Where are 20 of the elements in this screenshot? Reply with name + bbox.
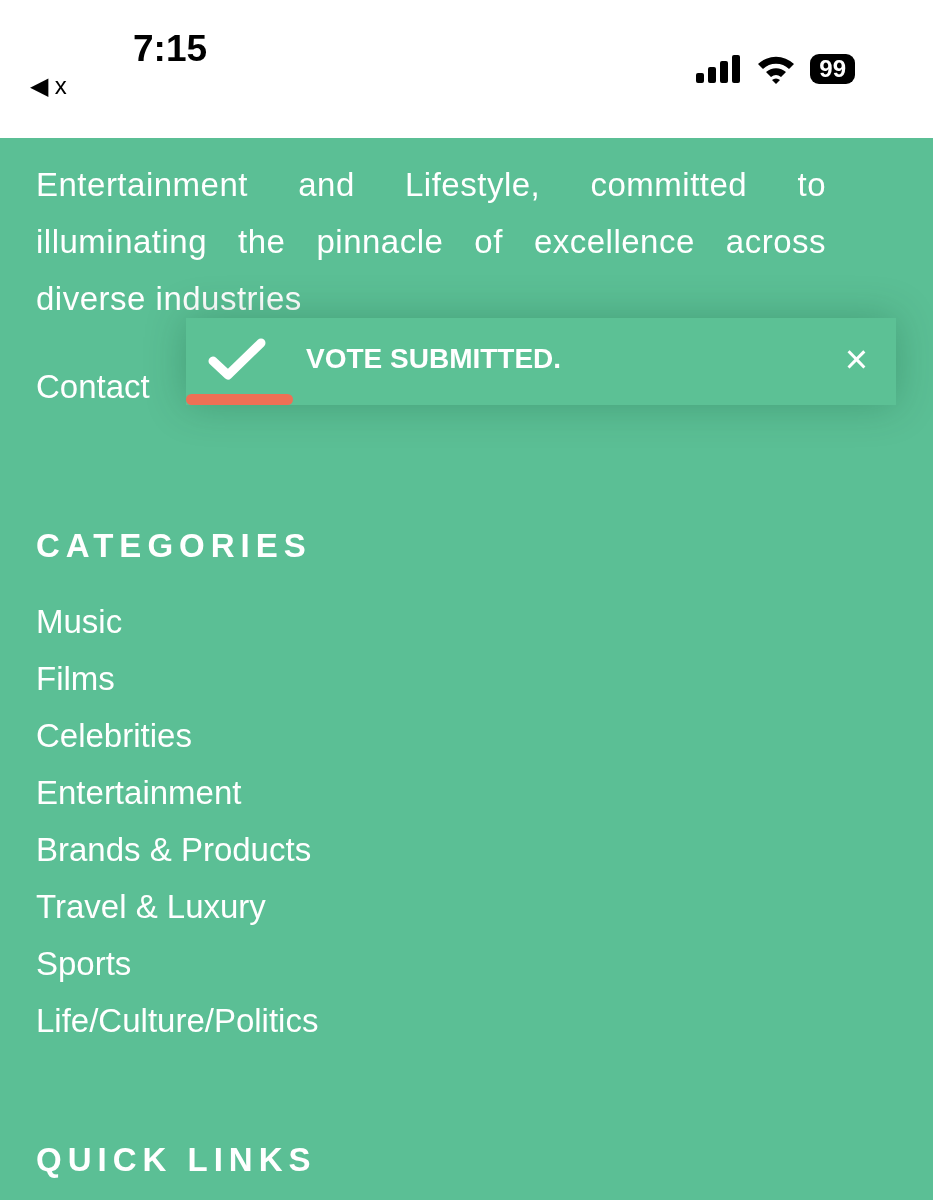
clock-time: 7:15 (133, 28, 208, 70)
section-heading: QUICK LINKS (36, 1141, 317, 1179)
category-link[interactable]: Films (36, 650, 115, 707)
close-button[interactable]: × (834, 339, 878, 379)
category-link[interactable]: Entertainment (36, 764, 242, 821)
contact-link[interactable]: Contact (36, 367, 150, 407)
category-link[interactable]: Life/Culture/Politics (36, 992, 319, 1049)
category-link[interactable]: Brands & Products (36, 821, 312, 878)
category-link[interactable]: Sports (36, 935, 132, 992)
toast-message: VOTE SUBMITTED. (306, 343, 562, 375)
battery-indicator: 99 (810, 54, 855, 84)
category-link[interactable]: Celebrities (36, 707, 192, 764)
category-link[interactable]: Music (36, 593, 123, 650)
check-icon (208, 337, 266, 381)
about-paragraph: Entertainment and Lifestyle, committed to illuminating the pinnacle of excellence across diverse industries (36, 165, 826, 319)
back-link[interactable]: ◀ x (30, 72, 67, 100)
section-heading: CATEGORIES (36, 527, 312, 565)
wifi-icon (756, 54, 797, 84)
category-link[interactable]: Travel & Luxury (36, 878, 266, 935)
signal-icon (696, 55, 743, 83)
